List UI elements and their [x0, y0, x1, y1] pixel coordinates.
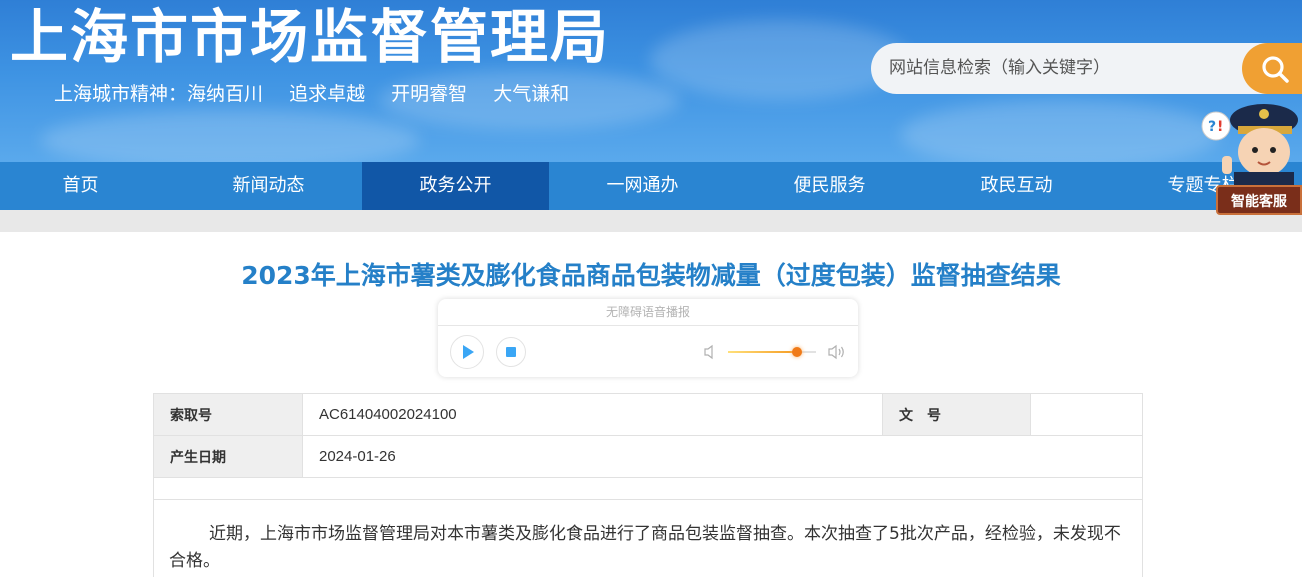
doc-number-label: 文 号: [882, 393, 1031, 436]
index-label: 索取号: [153, 393, 303, 436]
volume-slider[interactable]: [728, 347, 816, 357]
search-icon: [1262, 56, 1289, 83]
search-box: [871, 43, 1302, 94]
nav-item-interaction[interactable]: 政民互动: [923, 162, 1110, 210]
table-row: 产生日期 2024-01-26: [153, 435, 1143, 478]
search-input[interactable]: [889, 43, 1229, 94]
city-spirit-item: 追求卓越: [289, 83, 366, 105]
stop-icon: [506, 347, 516, 357]
article-paragraph: 近期，上海市市场监督管理局对本市薯类及膨化食品进行了商品包装监督抽查。本次抽查了…: [169, 524, 1121, 571]
nav-item-government-affairs[interactable]: 政务公开: [362, 162, 549, 210]
content-divider: [153, 499, 1143, 500]
index-value: AC61404002024100: [302, 393, 883, 436]
nav-item-online-services[interactable]: 一网通办: [549, 162, 736, 210]
date-label: 产生日期: [153, 435, 303, 478]
city-spirit-item: 开明睿智: [391, 83, 468, 105]
main-nav: 首页 新闻动态 政务公开 一网通办 便民服务 政民互动 专题专栏: [0, 162, 1302, 210]
mascot-icon: ? !: [1201, 104, 1298, 190]
search-button[interactable]: [1242, 43, 1302, 94]
info-table: 索取号 AC61404002024100 文 号 产生日期 2024-01-26: [153, 393, 1143, 478]
city-spirit-item: 大气谦和: [493, 83, 570, 105]
audio-player: 无障碍语音播报: [438, 299, 858, 377]
play-button[interactable]: [450, 335, 484, 369]
volume-high-icon[interactable]: [827, 343, 847, 361]
site-title[interactable]: 上海市市场监督管理局: [10, 0, 610, 74]
nav-item-public-services[interactable]: 便民服务: [736, 162, 923, 210]
nav-item-home[interactable]: 首页: [0, 162, 174, 210]
play-icon: [463, 345, 474, 359]
doc-number-value: [1030, 393, 1143, 436]
date-value: 2024-01-26: [302, 435, 1143, 478]
volume-handle[interactable]: [791, 347, 802, 357]
city-spirit-lead: 上海城市精神：海纳百川: [54, 83, 264, 105]
table-row: 索取号 AC61404002024100 文 号: [153, 393, 1143, 436]
svg-text:?: ?: [1208, 119, 1216, 135]
svg-text:!: !: [1217, 119, 1223, 135]
assistant-label[interactable]: 智能客服: [1216, 185, 1302, 215]
player-header: 无障碍语音播报: [438, 299, 858, 326]
nav-shadow-band: [0, 210, 1302, 232]
volume-low-icon[interactable]: [703, 344, 717, 360]
nav-item-news[interactable]: 新闻动态: [175, 162, 362, 210]
article-title: 2023年上海市薯类及膨化食品商品包装物减量（过度包装）监督抽查结果: [241, 261, 1061, 290]
city-spirit: 上海城市精神：海纳百川 追求卓越 开明睿智 大气谦和: [54, 80, 589, 108]
volume-fill: [728, 351, 797, 353]
stop-button[interactable]: [496, 337, 526, 367]
